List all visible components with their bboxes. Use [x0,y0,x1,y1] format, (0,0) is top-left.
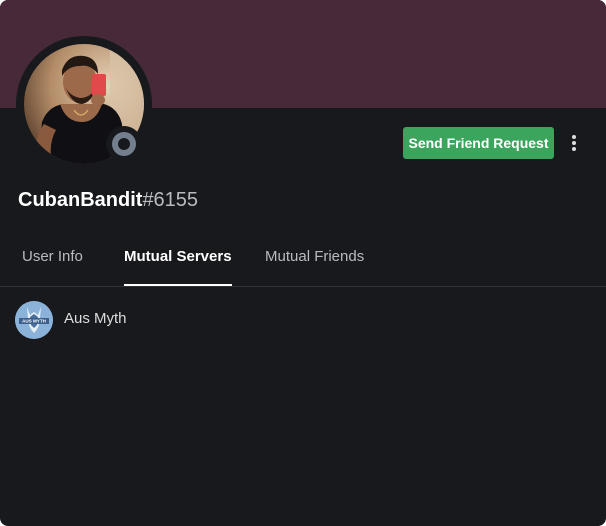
aus-myth-logo-icon: AUS MYTH [15,301,53,339]
send-friend-request-button[interactable]: Send Friend Request [403,127,554,159]
server-name: Aus Myth [64,310,127,327]
tab-mutual-friends[interactable]: Mutual Friends [265,240,364,284]
profile-tabs: User Info Mutual Servers Mutual Friends [0,240,606,286]
username: CubanBandit [18,189,143,211]
discriminator: #6155 [142,189,199,211]
tab-mutual-servers[interactable]: Mutual Servers [124,240,232,286]
offline-status-icon [112,132,136,156]
username-header: CubanBandit#6155 [18,186,198,214]
more-options-icon[interactable] [562,127,586,159]
server-logo-text: AUS MYTH [22,319,47,324]
server-icon: AUS MYTH [15,301,53,339]
list-item[interactable]: AUS MYTH Aus Myth [8,297,598,343]
tab-user-info[interactable]: User Info [22,240,83,284]
tabs-divider [0,286,606,287]
user-profile-modal: Send Friend Request CubanBandit#6155 Use… [0,0,606,526]
